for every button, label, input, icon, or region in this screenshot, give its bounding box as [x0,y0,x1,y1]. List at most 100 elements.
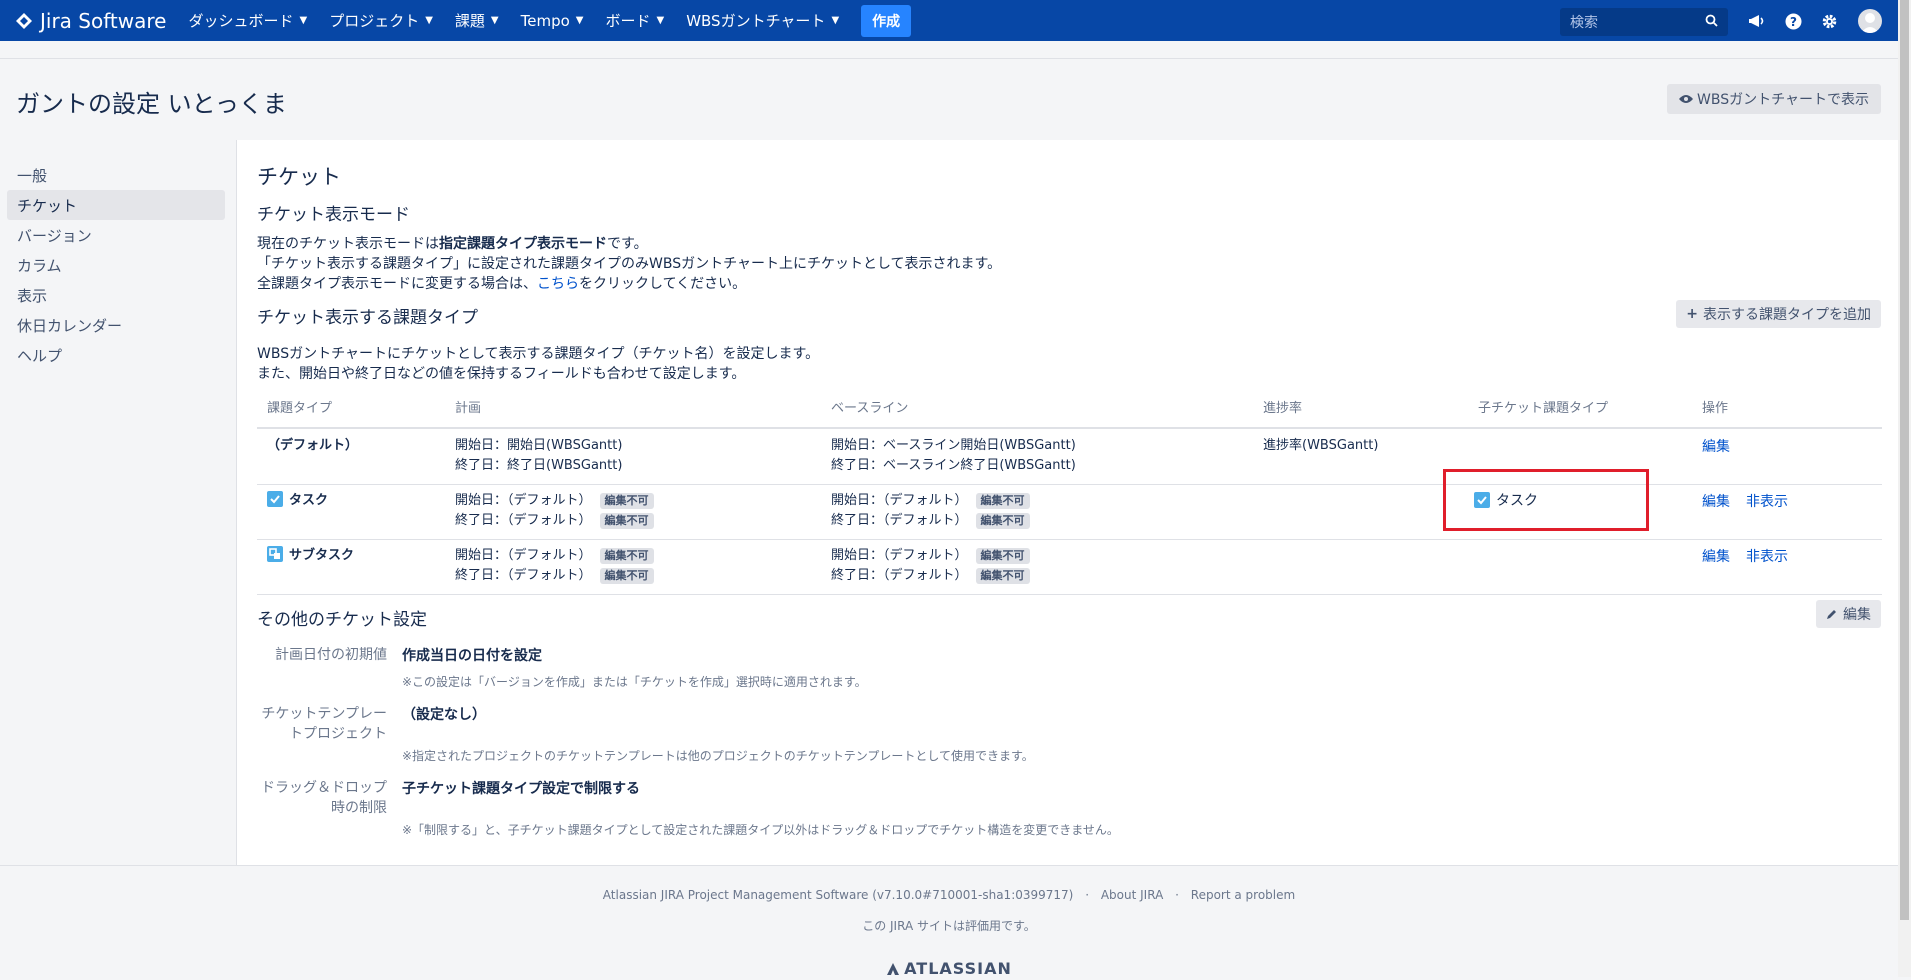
field-value-plan-date-default: 作成当日の日付を設定 [402,648,542,664]
section-heading: チケット [257,165,341,189]
issue-types-desc-2: また、開始日や終了日などの値を保持するフィールドも合わせて設定します。 [257,366,746,382]
footer-version[interactable]: Atlassian JIRA Project Management Softwa… [603,888,1074,902]
display-mode-heading: チケット表示モード [257,205,410,225]
display-mode-text-1: 現在のチケット表示モードは指定課題タイプ表示モードです。 [257,236,648,252]
not-editable-badge: 編集不可 [599,548,654,564]
nav-projects[interactable]: プロジェクト ▼ [329,10,433,31]
row-divider [257,539,1882,540]
not-editable-badge: 編集不可 [599,513,654,529]
field-value-drag-drop: 子チケット課題タイプ設定で制限する [402,781,640,797]
gear-icon[interactable] [1819,11,1839,31]
search-input[interactable]: 検索 [1560,8,1728,36]
wbs-gantt-view-label: WBSガントチャートで表示 [1697,92,1869,108]
avatar[interactable] [1858,9,1882,33]
row-default-plan-start: 開始日：開始日(WBSGantt) [455,438,623,453]
footer-report-link[interactable]: Report a problem [1191,888,1295,902]
row-subtask-base-start: 開始日：（デフォルト） 編集不可 [831,546,1030,566]
chevron-down-icon: ▼ [656,15,665,26]
field-value-template-project: （設定なし） [402,707,486,723]
nav-wbs-gantt[interactable]: WBSガントチャート ▼ [686,10,839,31]
row-default-type: （デフォルト） [267,438,359,453]
field-note-template-project: ※指定されたプロジェクトのチケットテンプレートは他のプロジェクトのチケットテンプ… [402,749,1034,763]
row-task-plan-end: 終了日：（デフォルト） 編集不可 [455,511,654,531]
row-subtask-base-end: 終了日：（デフォルト） 編集不可 [831,566,1030,586]
sidebar-item-columns[interactable]: カラム [7,250,225,280]
row-subtask-edit-link[interactable]: 編集 [1702,546,1730,566]
megaphone-icon[interactable] [1748,11,1768,31]
scrollbar-thumb[interactable] [1900,0,1909,920]
sidebar-item-versions[interactable]: バージョン [7,220,225,250]
nav-boards[interactable]: ボード ▼ [605,10,664,31]
chevron-down-icon: ▼ [490,15,499,26]
page-scrollbar[interactable] [1898,0,1911,977]
row-default-plan-end: 終了日：終了日(WBSGantt) [455,458,623,473]
col-header-plan: 計画 [455,401,482,416]
other-settings-edit-label: 編集 [1843,607,1871,623]
row-default-base-start: 開始日：ベースライン開始日(WBSGantt) [831,438,1076,453]
sidebar-item-general[interactable]: 一般 [7,160,225,190]
add-issue-type-label: 表示する課題タイプを追加 [1703,307,1871,323]
footer-about-link[interactable]: About JIRA [1101,888,1163,902]
change-mode-link[interactable]: こちら [537,276,579,292]
footer-links: Atlassian JIRA Project Management Softwa… [602,888,1296,902]
row-subtask-plan-end: 終了日：（デフォルト） 編集不可 [455,566,654,586]
row-task-hide-link[interactable]: 非表示 [1746,491,1788,511]
issue-types-heading: チケット表示する課題タイプ [257,308,478,328]
row-task-base-end: 終了日：（デフォルト） 編集不可 [831,511,1030,531]
not-editable-badge: 編集不可 [975,568,1030,584]
other-settings-heading: その他のチケット設定 [257,610,427,630]
svg-text:?: ? [1790,15,1797,29]
page-footer: Atlassian JIRA Project Management Softwa… [0,865,1898,978]
page-title: ガントの設定 いとっくま [16,90,287,118]
not-editable-badge: 編集不可 [599,568,654,584]
sidebar-item-help[interactable]: ヘルプ [7,340,225,370]
row-default-progress: 進捗率(WBSGantt) [1263,438,1379,453]
jira-logo[interactable]: Jira Software [16,9,166,33]
wbs-gantt-view-button[interactable]: WBSガントチャートで表示 [1667,84,1881,114]
nav-dashboard[interactable]: ダッシュボード ▼ [188,10,307,31]
row-subtask-type: サブタスク [267,546,354,566]
sidebar-item-display[interactable]: 表示 [7,280,225,310]
subtask-type-icon [267,546,283,562]
row-subtask-hide-link[interactable]: 非表示 [1746,546,1788,566]
col-header-child-type: 子チケット課題タイプ [1478,401,1609,416]
sidebar-item-holiday-calendar[interactable]: 休日カレンダー [7,310,225,340]
footer-evaluation-note: この JIRA サイトは評価用です。 [862,919,1036,933]
field-label-plan-date-default: 計画日付の初期値 [275,647,387,663]
field-note-drag-drop: ※「制限する」と、子チケット課題タイプとして設定された課題タイプ以外はドラッグ＆… [402,823,1119,837]
table-header-divider [257,427,1882,429]
field-label-drag-drop: ドラッグ＆ドロップ 時の制限 [261,780,387,816]
col-header-progress: 進捗率 [1263,401,1303,416]
jira-diamond-icon [16,12,32,29]
col-header-issue-type: 課題タイプ [267,401,333,416]
eye-icon [1679,94,1694,104]
help-icon[interactable]: ? [1783,11,1803,31]
search-icon [1705,14,1718,31]
pencil-icon [1826,608,1838,620]
issue-types-desc-1: WBSガントチャートにチケットとして表示する課題タイプ（チケット名）を設定します… [257,346,820,362]
row-default-edit-link[interactable]: 編集 [1702,436,1730,456]
nav-issues[interactable]: 課題 ▼ [455,10,499,31]
display-mode-text-3: 全課題タイプ表示モードに変更する場合は、こちらをクリックしてください。 [257,276,747,292]
sidebar-item-tickets[interactable]: チケット [7,190,225,220]
field-note-plan-date-default: ※この設定は「バージョンを作成」または「チケットを作成」選択時に適用されます。 [402,675,867,689]
chevron-down-icon: ▼ [425,15,433,26]
row-default-base-end: 終了日：ベースライン終了日(WBSGantt) [831,458,1076,473]
settings-sidebar: 一般 チケット バージョン カラム 表示 休日カレンダー ヘルプ [0,140,237,865]
other-settings-edit-button[interactable]: 編集 [1816,600,1881,628]
not-editable-badge: 編集不可 [975,548,1030,564]
col-header-actions: 操作 [1702,401,1729,416]
chevron-down-icon: ▼ [575,15,584,26]
row-task-edit-link[interactable]: 編集 [1702,491,1730,511]
field-label-template-project: チケットテンプレー トプロジェクト [261,706,387,742]
not-editable-badge: 編集不可 [599,493,654,509]
highlight-box [1443,469,1649,531]
nav-tempo[interactable]: Tempo ▼ [521,12,584,30]
display-mode-text-2: 「チケット表示する課題タイプ」に設定された課題タイプのみWBSガントチャート上に… [257,256,1002,272]
row-divider [257,594,1882,595]
create-button[interactable]: 作成 [861,4,912,37]
search-placeholder: 検索 [1570,15,1598,31]
logo-text: Jira Software [40,8,167,33]
add-issue-type-button[interactable]: + 表示する課題タイプを追加 [1676,300,1881,328]
plus-icon: + [1686,306,1698,322]
